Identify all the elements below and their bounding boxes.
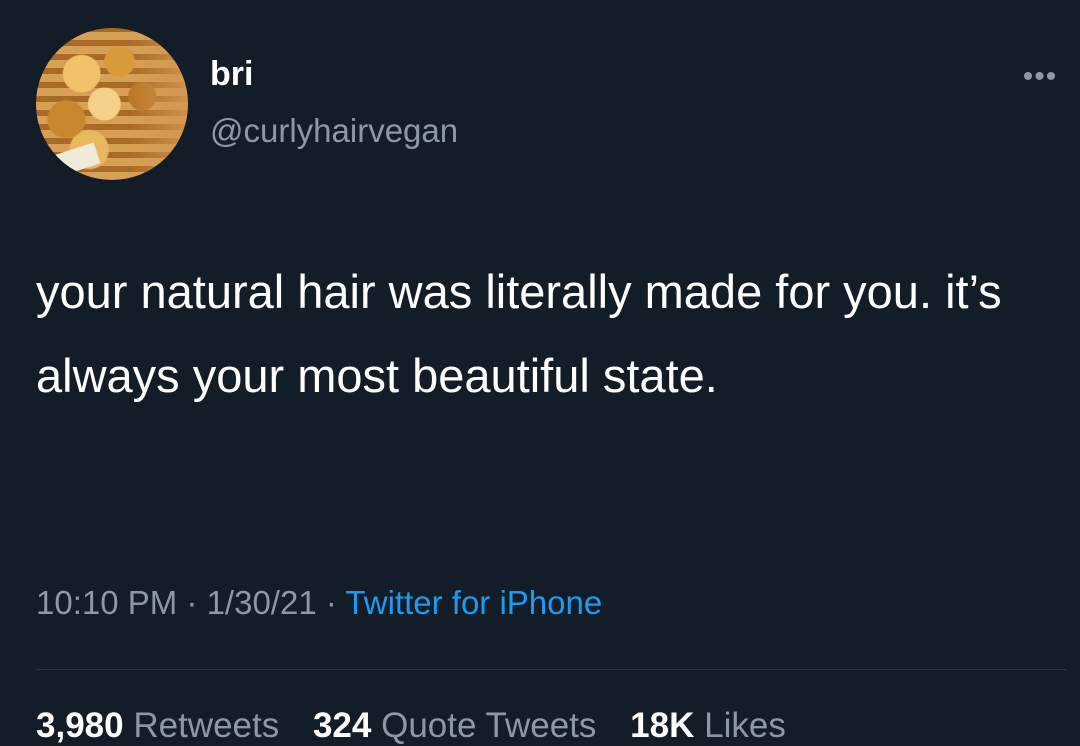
- avatar[interactable]: [36, 28, 188, 180]
- avatar-shade: [128, 28, 188, 180]
- more-dots-icon[interactable]: •••: [1014, 62, 1066, 92]
- tweet-meta: 10:10 PM · 1/30/21 · Twitter for iPhone: [36, 584, 602, 622]
- tweet-source[interactable]: Twitter for iPhone: [345, 584, 602, 621]
- meta-separator: ·: [316, 584, 346, 621]
- retweets-label: Retweets: [133, 706, 280, 745]
- quotes-label: Quote Tweets: [381, 706, 597, 745]
- tweet-text: your natural hair was literally made for…: [36, 265, 1002, 402]
- quotes-count: 324: [312, 706, 372, 745]
- quotes-stat[interactable]: 324 Quote Tweets: [313, 706, 596, 745]
- likes-stat[interactable]: 18K Likes: [630, 706, 786, 745]
- retweets-count: 3,980: [36, 706, 124, 745]
- likes-label: Likes: [704, 706, 786, 745]
- avatar-tag: [55, 142, 101, 176]
- divider: [36, 669, 1066, 670]
- tweet-date[interactable]: 1/30/21: [207, 584, 317, 621]
- likes-count: 18K: [630, 706, 695, 745]
- author-name[interactable]: bri: [210, 55, 253, 94]
- author-handle[interactable]: @curlyhairvegan: [210, 112, 458, 150]
- retweets-stat[interactable]: 3,980 Retweets: [36, 706, 279, 745]
- meta-separator: ·: [177, 584, 207, 621]
- tweet-card: bri @curlyhairvegan ••• your natural hai…: [0, 0, 1080, 746]
- tweet-stats: 3,980 Retweets 324 Quote Tweets 18K Like…: [36, 706, 810, 746]
- tweet-time[interactable]: 10:10 PM: [36, 584, 177, 621]
